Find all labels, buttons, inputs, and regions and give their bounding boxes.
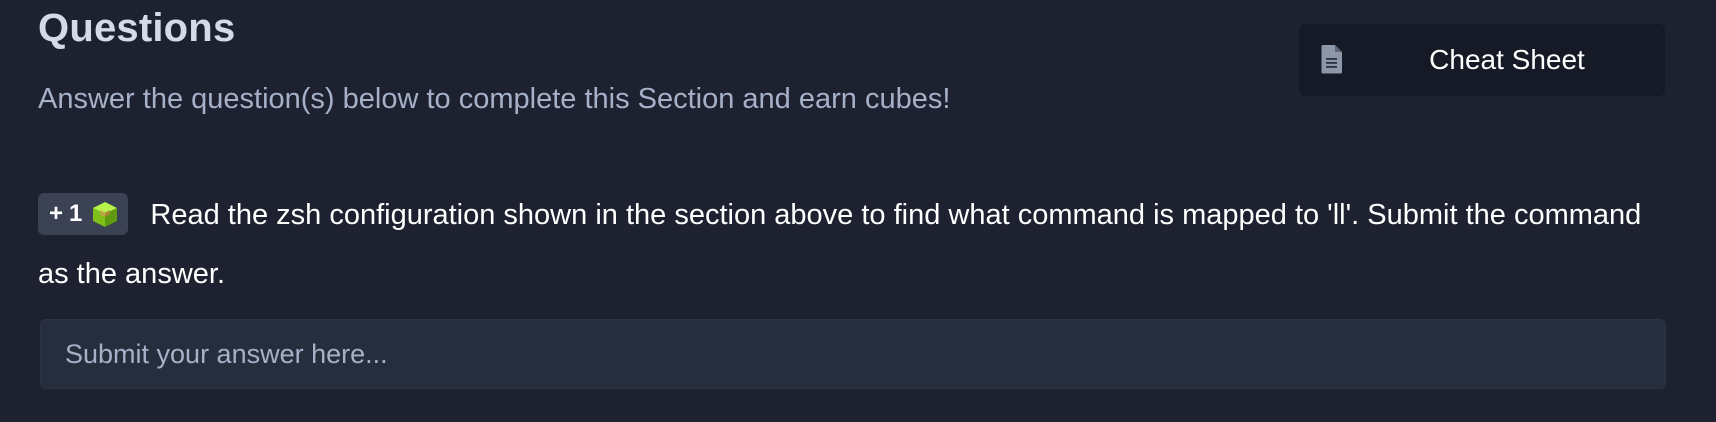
cheat-sheet-button[interactable]: Cheat Sheet bbox=[1299, 24, 1665, 96]
section-title: Questions bbox=[38, 6, 236, 50]
answer-input[interactable] bbox=[40, 319, 1666, 389]
badge-plus: + bbox=[49, 200, 64, 228]
cube-icon bbox=[91, 200, 119, 228]
document-icon bbox=[1321, 44, 1343, 74]
question-item: + 1 Read the zsh configuration shown in … bbox=[38, 186, 1678, 304]
cube-reward-badge: + 1 bbox=[38, 193, 129, 236]
section-subtitle: Answer the question(s) below to complete… bbox=[38, 83, 951, 115]
cheat-sheet-label: Cheat Sheet bbox=[1429, 44, 1585, 75]
question-text: Read the zsh configuration shown in the … bbox=[38, 199, 1642, 290]
questions-section: Questions Answer the question(s) below t… bbox=[0, 0, 1716, 422]
badge-value: 1 bbox=[69, 200, 83, 228]
